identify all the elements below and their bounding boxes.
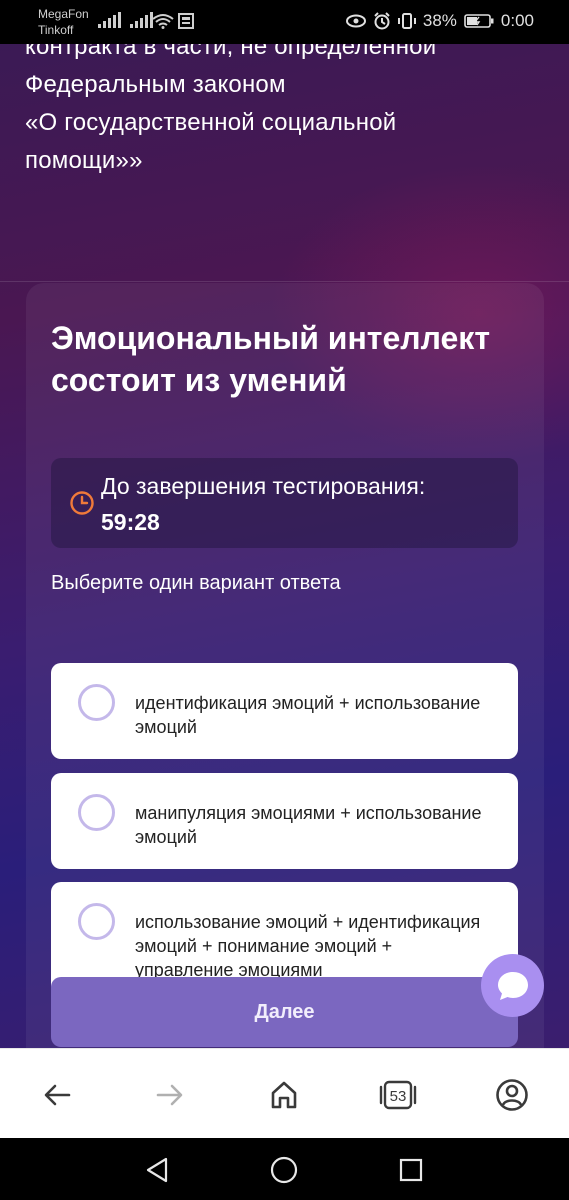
- system-back-button[interactable]: [141, 1154, 173, 1186]
- square-recents-icon: [399, 1158, 423, 1182]
- wifi-icon: [152, 14, 174, 29]
- chat-bubble-icon: [497, 971, 528, 1000]
- answer-option-1[interactable]: идентификация эмоций + использование эмо…: [51, 663, 518, 759]
- chat-button[interactable]: [481, 954, 544, 1017]
- home-button[interactable]: [264, 1075, 304, 1115]
- question-title: Эмоциональный интеллект состоит из умени…: [51, 320, 490, 398]
- timer-box: До завершения тестирования: 59:28: [51, 458, 518, 548]
- clock-icon: [70, 491, 94, 515]
- battery-percent: 38%: [422, 11, 457, 30]
- answer-option-text: использование эмоций + идентификация эмо…: [135, 912, 481, 980]
- answer-option-text: манипуляция эмоциями + использование эмо…: [135, 803, 482, 847]
- answer-option-text: идентификация эмоций + использование эмо…: [135, 693, 481, 737]
- back-button[interactable]: [37, 1075, 77, 1115]
- timer-label: До завершения тестирования:: [101, 473, 426, 499]
- carrier-2: Tinkoff: [38, 23, 74, 37]
- status-right: 38% 0:00: [345, 11, 534, 31]
- system-navigation-bar: [0, 1138, 569, 1200]
- radio-button[interactable]: [78, 903, 115, 940]
- signal-2-icon: [130, 12, 153, 28]
- text-line: Федеральным законом: [25, 71, 286, 98]
- alarm-icon: [374, 12, 390, 30]
- forward-button[interactable]: [150, 1075, 190, 1115]
- system-recents-button[interactable]: [395, 1154, 427, 1186]
- tabs-icon: 53: [379, 1080, 417, 1110]
- question-card: Эмоциональный интеллект состоит из умени…: [26, 283, 544, 1048]
- radio-button[interactable]: [78, 794, 115, 831]
- profile-button[interactable]: [492, 1075, 532, 1115]
- instruction-text: Выберите один вариант ответа: [51, 572, 341, 594]
- user-profile-icon: [496, 1079, 528, 1111]
- radio-button[interactable]: [78, 684, 115, 721]
- tabs-button[interactable]: 53: [378, 1075, 418, 1115]
- battery-icon: [464, 14, 494, 28]
- previous-question-text: контракта в части, не определенной Федер…: [25, 44, 545, 180]
- carrier-1: MegaFon: [38, 7, 89, 21]
- carrier-names: MegaFon Tinkoff: [38, 6, 89, 38]
- divider: [0, 281, 569, 282]
- text-line: контракта в части, не определенной: [25, 44, 437, 60]
- arrow-right-icon: [156, 1084, 183, 1106]
- home-icon: [271, 1081, 297, 1109]
- text-line: «О государственной социальной: [25, 109, 397, 136]
- arrow-left-icon: [44, 1084, 71, 1106]
- text-line: помощи»»: [25, 147, 143, 174]
- vibrate-icon: [397, 13, 416, 29]
- clock: 0:00: [500, 11, 534, 30]
- status-bar: MegaFon Tinkoff 38% 0:00: [0, 0, 569, 44]
- browser-toolbar: 53: [0, 1048, 569, 1138]
- tabs-count: 53: [390, 1088, 407, 1105]
- answer-option-2[interactable]: манипуляция эмоциями + использование эмо…: [51, 773, 518, 869]
- eye-icon: [345, 14, 366, 28]
- system-home-button[interactable]: [268, 1154, 300, 1186]
- next-button[interactable]: Далее: [51, 977, 518, 1047]
- news-icon: [178, 13, 194, 29]
- triangle-back-icon: [146, 1157, 168, 1183]
- timer-text: До завершения тестирования: 59:28: [101, 468, 425, 540]
- signal-1-icon: [98, 12, 121, 28]
- circle-home-icon: [270, 1156, 298, 1184]
- timer-value: 59:28: [101, 509, 160, 535]
- page-content: контракта в части, не определенной Федер…: [0, 44, 569, 1048]
